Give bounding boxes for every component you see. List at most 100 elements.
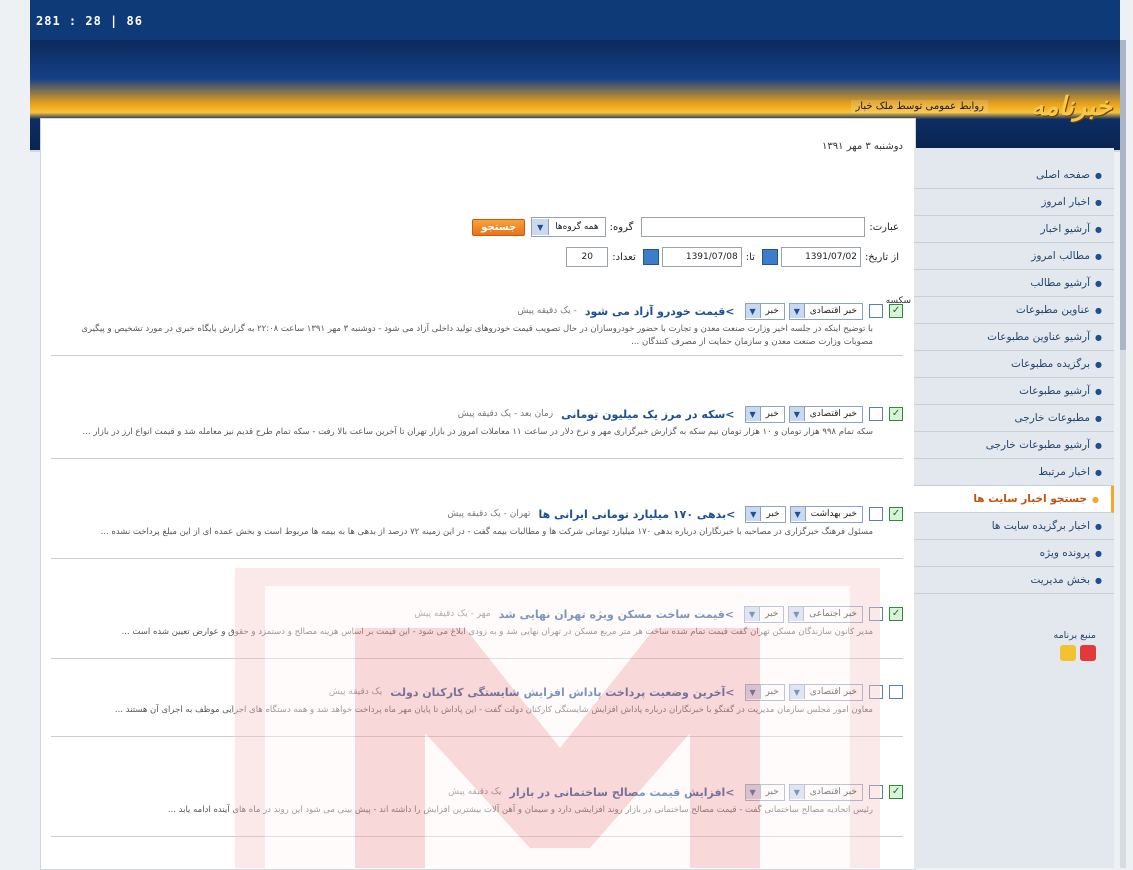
- phrase-label: عبارت:: [869, 221, 899, 233]
- news-title-link[interactable]: >بدهی ۱۷۰ میلیارد تومانی ایرانی ها: [538, 508, 735, 521]
- type-select-value: خبر: [765, 306, 779, 316]
- group-select[interactable]: همه گروه‌ها ▼: [531, 217, 606, 237]
- search-button[interactable]: جستجو: [472, 218, 526, 236]
- type-select-value: خبر: [765, 687, 779, 697]
- search-row: عبارت: گروه: همه گروه‌ها ▼ جستجو: [472, 217, 903, 237]
- bullet-icon: ●: [1095, 413, 1102, 423]
- category-select-value: خبر اقتصادی: [809, 787, 857, 797]
- sidebar-item[interactable]: ● مطالب امروز: [914, 243, 1114, 270]
- sidebar-item-label: مطالب امروز: [1031, 250, 1091, 262]
- category-select-value: خبر بهداشت: [810, 509, 857, 519]
- category-select[interactable]: خبر اجتماعی ▼: [788, 605, 863, 623]
- favorite-checkbox[interactable]: [869, 685, 883, 699]
- sidebar-item-label: اخبار امروز: [1041, 196, 1091, 208]
- bullet-icon: ●: [1095, 575, 1102, 585]
- news-snippet: سکه تمام ۹۹۸ هزار تومان و ۱۰ هزار تومان …: [82, 427, 873, 437]
- rss-icon[interactable]: [1080, 645, 1096, 661]
- to-date-input[interactable]: 1391/07/08: [661, 247, 742, 267]
- chevron-down-icon: ▼: [532, 219, 550, 235]
- news-item-header: ✓ خبر اجتماعی ▼ خبر ▼ >قیمت ساخت مسکن وی…: [51, 604, 903, 624]
- chevron-down-icon: ▼: [790, 507, 806, 521]
- favorite-checkbox[interactable]: [869, 407, 883, 421]
- sidebar-item[interactable]: ● آرشیو عناوین مطبوعات: [914, 324, 1114, 351]
- sidebar-item-label: بخش مدیریت: [1030, 574, 1091, 586]
- calendar-icon[interactable]: [642, 249, 659, 265]
- favorite-checkbox[interactable]: [869, 607, 883, 621]
- current-date: دوشنبه ۳ مهر ۱۳۹۱: [822, 141, 903, 152]
- type-select[interactable]: خبر ▼: [745, 505, 786, 523]
- chevron-down-icon: ▼: [746, 507, 762, 521]
- sidebar-item-label: آرشیو مطبوعات: [1019, 385, 1091, 397]
- group-select-value: همه گروه‌ها: [555, 222, 599, 232]
- news-meta: زمان بعد - یک دقیقه پیش: [457, 409, 554, 419]
- news-title-link[interactable]: >آخرین وضعیت پرداخت پاداش افزایش شایستگی…: [390, 686, 734, 699]
- scrollbar-thumb[interactable]: [1120, 40, 1126, 350]
- type-select[interactable]: خبر ▼: [744, 783, 785, 801]
- select-checkbox[interactable]: [889, 685, 903, 699]
- type-select[interactable]: خبر ▼: [744, 683, 785, 701]
- sidebar-item[interactable]: ● آرشیو اخبار: [914, 216, 1114, 243]
- sidebar-item[interactable]: ● آرشیو مطبوعات: [914, 378, 1114, 405]
- sidebar-item-label: آرشیو مطبوعات خارجی: [985, 439, 1091, 451]
- clock-display: 281 : 28 | 86: [36, 14, 143, 28]
- news-item-header: خبر اقتصادی ▼ خبر ▼ >آخرین وضعیت پرداخت …: [51, 682, 903, 702]
- news-item-header: ✓ خبر اقتصادی ▼ خبر ▼ >قیمت خودرو آزاد م…: [51, 301, 903, 321]
- bullet-icon: ●: [1095, 332, 1102, 342]
- category-select[interactable]: خبر اقتصادی ▼: [788, 405, 863, 423]
- sidebar-item[interactable]: ● آرشیو مطالب: [914, 270, 1114, 297]
- news-item: خبر اقتصادی ▼ خبر ▼ >آخرین وضعیت پرداخت …: [51, 682, 903, 737]
- select-checkbox[interactable]: ✓: [889, 507, 903, 521]
- from-date-input[interactable]: 1391/07/02: [780, 247, 861, 267]
- sidebar-item[interactable]: ● مطبوعات خارجی: [914, 405, 1114, 432]
- news-snippet: معاون امور مجلس سازمان مدیریت در گفتگو ب…: [114, 705, 873, 715]
- sidebar-item[interactable]: ● پرونده ویژه: [914, 540, 1114, 567]
- bullet-icon: ●: [1095, 305, 1102, 315]
- phrase-input[interactable]: [641, 217, 866, 237]
- category-select[interactable]: خبر اقتصادی ▼: [788, 302, 863, 320]
- sidebar-item[interactable]: ● اخبار برگزیده سایت ها: [914, 513, 1114, 540]
- news-title-link[interactable]: >قیمت خودرو آزاد می شود: [585, 305, 735, 318]
- news-item: ✓ خبر اقتصادی ▼ خبر ▼ >افزایش قیمت مصالح…: [51, 782, 903, 837]
- select-checkbox[interactable]: ✓: [889, 407, 903, 421]
- category-select[interactable]: خبر اقتصادی ▼: [788, 783, 863, 801]
- sidebar-item[interactable]: ● آرشیو مطبوعات خارجی: [914, 432, 1114, 459]
- category-select[interactable]: خبر بهداشت ▼: [789, 505, 863, 523]
- news-snippet: مسئول فرهنگ خبرگزاری در مصاحبه با خبرنگا…: [100, 527, 873, 537]
- sidebar-item[interactable]: ● اخبار امروز: [914, 189, 1114, 216]
- news-title-link[interactable]: >افزایش قیمت مصالح ساختمانی در بازار: [510, 786, 735, 799]
- date-range-row: از تاریخ: 1391/07/02 تا: 1391/07/08 تعدا…: [566, 247, 903, 267]
- bookmark-icon[interactable]: [1060, 645, 1076, 661]
- category-select-value: خبر اقتصادی: [809, 687, 857, 697]
- sidebar-item-label: پرونده ویژه: [1039, 547, 1091, 559]
- sidebar-item[interactable]: ● اخبار مرتبط: [914, 459, 1114, 486]
- sidebar-item-label: عناوین مطبوعات: [1015, 304, 1091, 316]
- type-select[interactable]: خبر ▼: [744, 302, 785, 320]
- sidebar-item-label: جستجو اخبار سایت ها: [973, 493, 1088, 505]
- group-label: گروه:: [609, 221, 634, 233]
- select-checkbox[interactable]: ✓: [889, 785, 903, 799]
- favorite-checkbox[interactable]: [869, 507, 883, 521]
- sidebar-item[interactable]: ● جستجو اخبار سایت ها: [914, 486, 1114, 513]
- select-checkbox[interactable]: ✓: [889, 607, 903, 621]
- site-logo[interactable]: خبرنامه: [1031, 92, 1112, 122]
- category-select[interactable]: خبر اقتصادی ▼: [788, 683, 863, 701]
- chevron-down-icon: ▼: [745, 685, 761, 699]
- bullet-icon: ●: [1095, 440, 1102, 450]
- chevron-down-icon: ▼: [745, 407, 761, 421]
- type-select[interactable]: خبر ▼: [744, 405, 785, 423]
- news-item: ✓ خبر اجتماعی ▼ خبر ▼ >قیمت ساخت مسکن وی…: [51, 604, 903, 659]
- sidebar-item[interactable]: ● عناوین مطبوعات: [914, 297, 1114, 324]
- favorite-checkbox[interactable]: [869, 304, 883, 318]
- type-select[interactable]: خبر ▼: [744, 605, 785, 623]
- count-input[interactable]: 20: [566, 247, 609, 267]
- news-title-link[interactable]: >قیمت ساخت مسکن ویژه تهران نهایی شد: [499, 608, 734, 621]
- sidebar-item[interactable]: ● صفحه اصلی: [914, 162, 1114, 189]
- sidebar-item[interactable]: ● بخش مدیریت: [914, 567, 1114, 594]
- sidebar-item[interactable]: ● برگزیده مطبوعات: [914, 351, 1114, 378]
- favorite-checkbox[interactable]: [869, 785, 883, 799]
- news-title-link[interactable]: >سکه در مرز یک میلیون تومانی: [561, 408, 734, 421]
- chevron-down-icon: ▼: [745, 785, 761, 799]
- select-checkbox[interactable]: ✓: [889, 304, 903, 318]
- calendar-icon[interactable]: [761, 249, 778, 265]
- count-label: تعداد:: [612, 251, 636, 263]
